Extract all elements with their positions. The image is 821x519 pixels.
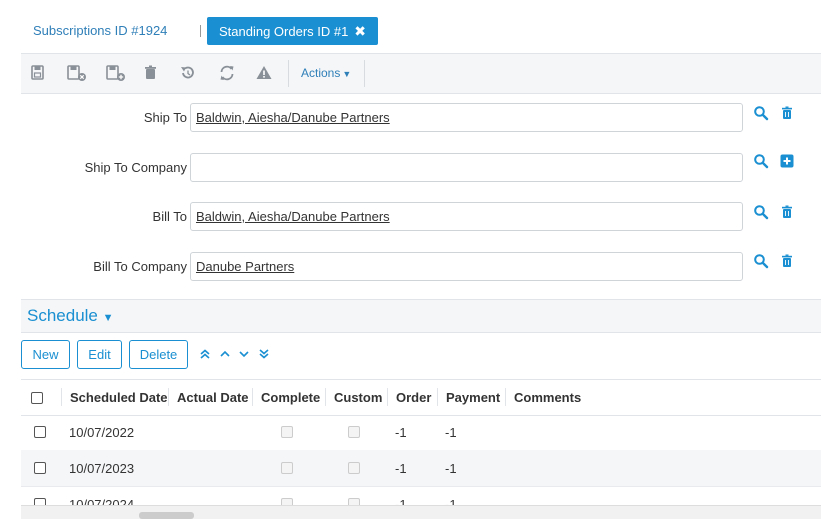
actions-label: Actions — [301, 66, 341, 80]
scheduled-date-cell: 10/07/2024 — [69, 497, 135, 505]
caret-down-icon: ▼ — [102, 312, 114, 324]
actions-menu[interactable]: Actions ▼ — [301, 66, 351, 80]
column-separator — [505, 388, 506, 406]
save-close-icon[interactable] — [67, 64, 87, 82]
column-scheduled-date[interactable]: Scheduled Date — [70, 390, 168, 405]
order-cell: -1 — [395, 425, 407, 440]
payment-cell: -1 — [445, 425, 457, 440]
payment-cell: -1 — [445, 497, 457, 505]
row-checkbox[interactable] — [34, 498, 46, 505]
refresh-icon[interactable] — [217, 64, 237, 82]
column-separator — [61, 388, 62, 406]
custom-checkbox — [348, 462, 360, 474]
delete-icon[interactable] — [141, 64, 161, 82]
ship-to-label: Ship To — [143, 110, 187, 125]
save-icon[interactable] — [29, 64, 49, 82]
toolbar-separator — [288, 60, 289, 87]
column-actual-date[interactable]: Actual Date — [177, 390, 249, 405]
column-comments[interactable]: Comments — [514, 390, 581, 405]
scheduled-date-cell: 10/07/2022 — [69, 425, 135, 440]
move-down-icon[interactable] — [237, 348, 251, 360]
move-up-icon[interactable] — [218, 348, 232, 360]
ship-to-field[interactable]: Baldwin, Aiesha/Danube Partners — [190, 103, 743, 132]
toolbar: Actions ▼ — [21, 53, 821, 94]
column-payment[interactable]: Payment — [446, 390, 500, 405]
tab-standing-orders-label: Standing Orders ID #1 — [219, 23, 349, 39]
row-checkbox[interactable] — [34, 462, 46, 474]
column-custom[interactable]: Custom — [334, 390, 382, 405]
ship-to-company-field[interactable] — [190, 153, 743, 182]
save-new-icon[interactable] — [106, 64, 126, 82]
toolbar-separator — [364, 60, 365, 87]
search-icon[interactable] — [753, 153, 769, 169]
tab-separator — [200, 25, 201, 37]
table-row[interactable]: 10/07/2023 -1 -1 — [21, 450, 821, 487]
search-icon[interactable] — [753, 253, 769, 269]
table-row[interactable]: 10/07/2024 -1 -1 — [21, 486, 821, 505]
ship-to-company-label: Ship To Company — [84, 160, 187, 175]
undo-icon[interactable] — [178, 64, 198, 82]
column-complete[interactable]: Complete — [261, 390, 320, 405]
column-separator — [168, 388, 169, 406]
complete-checkbox — [281, 426, 293, 438]
trash-icon[interactable] — [779, 204, 795, 220]
column-separator — [252, 388, 253, 406]
column-separator — [387, 388, 388, 406]
bill-to-field[interactable]: Baldwin, Aiesha/Danube Partners — [190, 202, 743, 231]
schedule-title: Schedule — [27, 306, 98, 325]
warning-icon[interactable] — [254, 64, 274, 82]
column-order[interactable]: Order — [396, 390, 431, 405]
row-checkbox[interactable] — [34, 426, 46, 438]
order-cell: -1 — [395, 497, 407, 505]
edit-button[interactable]: Edit — [77, 340, 122, 369]
trash-icon[interactable] — [779, 253, 795, 269]
schedule-toggle[interactable]: Schedule ▼ — [27, 306, 114, 326]
bill-to-company-link[interactable]: Danube Partners — [196, 259, 294, 274]
order-cell: -1 — [395, 461, 407, 476]
custom-checkbox — [348, 498, 360, 505]
ship-to-link[interactable]: Baldwin, Aiesha/Danube Partners — [196, 110, 390, 125]
tab-subscriptions[interactable]: Subscriptions ID #1924 — [33, 23, 167, 38]
complete-checkbox — [281, 462, 293, 474]
bill-to-company-label: Bill To Company — [93, 259, 187, 274]
add-icon[interactable] — [779, 153, 795, 169]
close-icon[interactable]: ✖ — [354, 23, 366, 40]
table-row[interactable]: 10/07/2022 -1 -1 — [21, 414, 821, 451]
custom-checkbox — [348, 426, 360, 438]
delete-button[interactable]: Delete — [129, 340, 188, 369]
complete-checkbox — [281, 498, 293, 505]
horizontal-scrollbar[interactable] — [21, 505, 821, 519]
move-top-icon[interactable] — [198, 348, 212, 360]
tab-standing-orders[interactable]: Standing Orders ID #1 ✖ — [207, 17, 378, 45]
schedule-table-header: Scheduled Date Actual Date Complete Cust… — [21, 379, 821, 416]
column-separator — [325, 388, 326, 406]
select-all-checkbox[interactable] — [31, 392, 43, 404]
bill-to-label: Bill To — [152, 209, 187, 224]
bill-to-link[interactable]: Baldwin, Aiesha/Danube Partners — [196, 209, 390, 224]
scheduled-date-cell: 10/07/2023 — [69, 461, 135, 476]
column-separator — [437, 388, 438, 406]
new-button[interactable]: New — [21, 340, 70, 369]
schedule-section-header: Schedule ▼ — [21, 299, 821, 333]
search-icon[interactable] — [753, 204, 769, 220]
trash-icon[interactable] — [779, 105, 795, 121]
move-bottom-icon[interactable] — [257, 348, 271, 360]
bill-to-company-field[interactable]: Danube Partners — [190, 252, 743, 281]
payment-cell: -1 — [445, 461, 457, 476]
search-icon[interactable] — [753, 105, 769, 121]
caret-down-icon: ▼ — [342, 69, 352, 79]
